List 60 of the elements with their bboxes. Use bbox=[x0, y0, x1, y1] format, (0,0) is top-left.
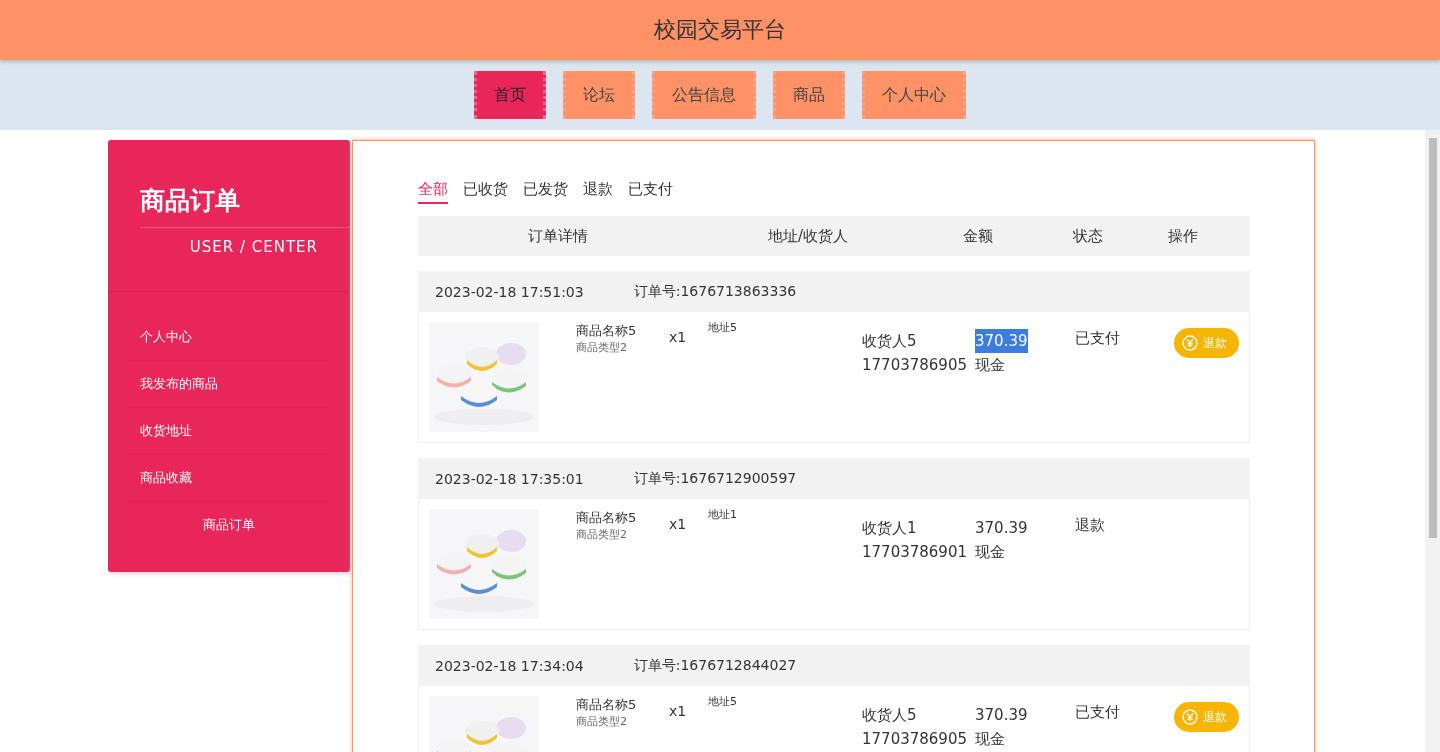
filter-tab[interactable]: 全部 bbox=[418, 179, 448, 204]
filter-tab[interactable]: 退款 bbox=[583, 179, 613, 204]
sidebar-item[interactable]: 商品订单 bbox=[128, 502, 330, 548]
payment-method: 现金 bbox=[975, 729, 1006, 750]
nav-tab[interactable]: 商品 bbox=[773, 71, 845, 119]
filter-tab[interactable]: 已支付 bbox=[628, 179, 673, 204]
order-number: 订单号:1676712900597 bbox=[633, 469, 797, 488]
order-status: 已支付 bbox=[1075, 703, 1121, 723]
product-type: 商品类型2 bbox=[576, 527, 628, 542]
quantity: x1 bbox=[669, 329, 688, 347]
order-status: 退款 bbox=[1075, 516, 1106, 536]
receiver-phone: 17703786905 bbox=[862, 729, 968, 750]
column-header: 金额 bbox=[962, 226, 994, 246]
payment-method: 现金 bbox=[975, 542, 1006, 563]
receiver-name: 收货人1 bbox=[862, 518, 918, 539]
quantity: x1 bbox=[669, 703, 688, 721]
scrollbar-thumb[interactable] bbox=[1429, 138, 1437, 538]
site-title: 校园交易平台 bbox=[654, 16, 786, 44]
column-header: 状态 bbox=[1072, 226, 1104, 246]
nav-tab[interactable]: 首页 bbox=[474, 71, 546, 119]
amount: 370.39 bbox=[975, 705, 1029, 726]
nav-tab[interactable]: 公告信息 bbox=[652, 71, 756, 119]
sidebar-item[interactable]: 个人中心 bbox=[128, 314, 330, 361]
order-status: 已支付 bbox=[1075, 329, 1121, 349]
column-header: 地址/收货人 bbox=[766, 226, 850, 246]
receiver-name: 收货人5 bbox=[862, 331, 918, 352]
order-time: 2023-02-18 17:35:01 bbox=[435, 470, 584, 487]
nav-tab[interactable]: 个人中心 bbox=[862, 71, 966, 119]
filter-tab[interactable]: 已发货 bbox=[523, 179, 568, 204]
receiver-phone: 17703786901 bbox=[862, 542, 968, 563]
yen-icon bbox=[1182, 335, 1198, 351]
order-time: 2023-02-18 17:34:04 bbox=[435, 657, 584, 674]
amount: 370.39 bbox=[975, 518, 1029, 539]
payment-method: 现金 bbox=[975, 355, 1006, 376]
quantity: x1 bbox=[669, 516, 688, 534]
product-type: 商品类型2 bbox=[576, 714, 628, 729]
scrollbar[interactable] bbox=[1425, 130, 1440, 752]
order-number: 订单号:1676712844027 bbox=[633, 656, 797, 675]
address: 地址5 bbox=[708, 320, 738, 336]
amount: 370.39 bbox=[975, 329, 1028, 353]
filter-tab[interactable]: 已收货 bbox=[463, 179, 508, 204]
address: 地址1 bbox=[708, 507, 738, 523]
product-name: 商品名称5 bbox=[576, 696, 638, 714]
product-type: 商品类型2 bbox=[576, 340, 628, 355]
sidebar-item[interactable]: 商品收藏 bbox=[128, 455, 330, 502]
product-name: 商品名称5 bbox=[576, 509, 638, 527]
receiver-name: 收货人5 bbox=[862, 705, 918, 726]
column-header: 订单详情 bbox=[527, 226, 589, 246]
yen-icon bbox=[1182, 709, 1198, 725]
sidebar-item[interactable]: 我发布的商品 bbox=[128, 361, 330, 408]
order-number: 订单号:1676713863336 bbox=[633, 282, 797, 301]
nav-tab[interactable]: 论坛 bbox=[563, 71, 635, 119]
order-time: 2023-02-18 17:51:03 bbox=[435, 283, 584, 300]
sidebar-subtitle: USER / CENTER bbox=[188, 237, 319, 256]
column-header: 操作 bbox=[1167, 226, 1199, 246]
sidebar-title: 商品订单 bbox=[140, 184, 350, 228]
address: 地址5 bbox=[708, 694, 738, 710]
sidebar-item[interactable]: 收货地址 bbox=[128, 408, 330, 455]
receiver-phone: 17703786905 bbox=[862, 355, 968, 376]
product-name: 商品名称5 bbox=[576, 322, 638, 340]
